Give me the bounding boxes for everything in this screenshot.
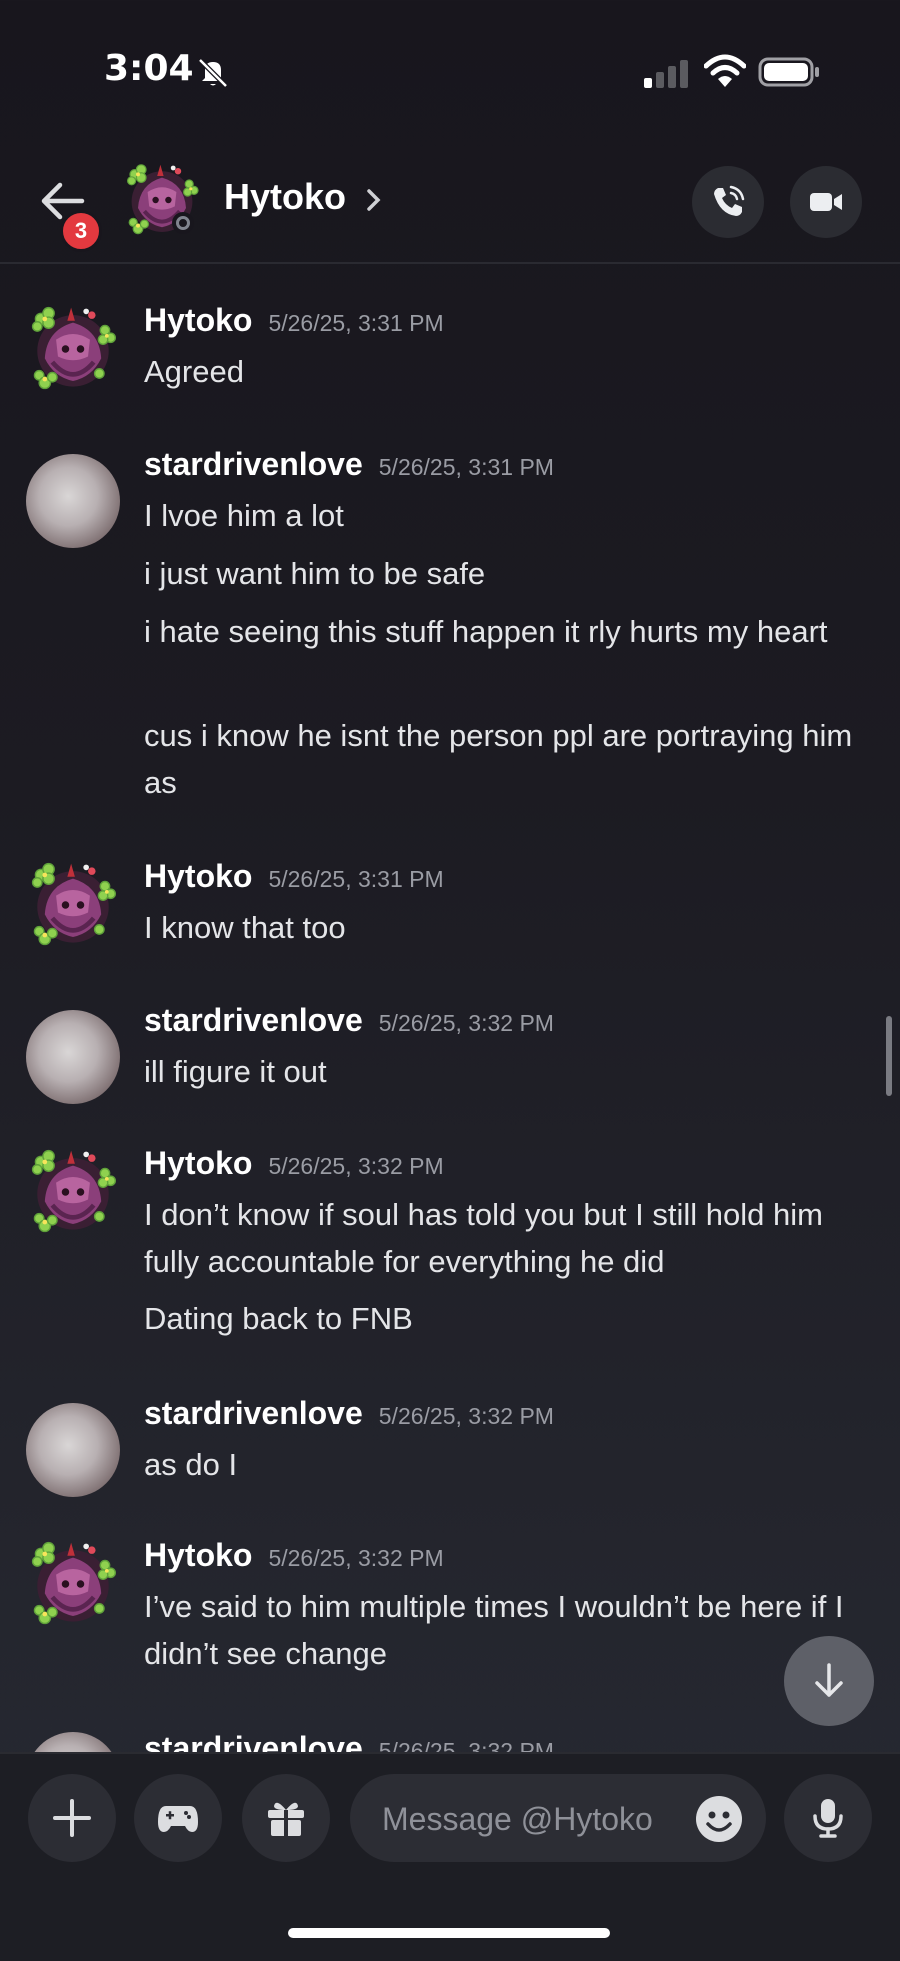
message-timestamp: 5/26/25, 3:31 PM bbox=[268, 866, 444, 892]
author-name[interactable]: stardrivenlove bbox=[144, 1002, 363, 1038]
message-text: I’ve said to him multiple times I wouldn… bbox=[144, 1589, 844, 1671]
activities-button[interactable] bbox=[134, 1774, 222, 1862]
author-name[interactable]: stardrivenlove bbox=[144, 446, 363, 482]
message-timestamp: 5/26/25, 3:32 PM bbox=[268, 1153, 444, 1179]
avatar[interactable] bbox=[26, 1403, 120, 1497]
unread-badge: 3 bbox=[60, 210, 102, 252]
battery-icon bbox=[758, 57, 819, 87]
bell-muted-icon bbox=[198, 58, 228, 88]
message-header: Hytoko 5/26/25, 3:32 PM bbox=[144, 1537, 444, 1574]
author-name[interactable]: Hytoko bbox=[144, 1145, 252, 1181]
message-header: Hytoko 5/26/25, 3:31 PM bbox=[144, 302, 444, 339]
add-attachment-button[interactable] bbox=[28, 1774, 116, 1862]
gift-button[interactable] bbox=[242, 1774, 330, 1862]
message-text: i just want him to be safe bbox=[144, 556, 486, 591]
message-header: Hytoko 5/26/25, 3:32 PM bbox=[144, 1145, 444, 1182]
message-timestamp: 5/26/25, 3:32 PM bbox=[268, 1545, 444, 1571]
avatar[interactable] bbox=[26, 1010, 120, 1104]
message-text: ill figure it out bbox=[144, 1054, 327, 1089]
status-time: 3:04 bbox=[104, 48, 194, 89]
avatar[interactable] bbox=[26, 454, 120, 548]
author-name[interactable]: Hytoko bbox=[144, 858, 252, 894]
message-text: I know that too bbox=[144, 910, 346, 945]
author-name[interactable]: Hytoko bbox=[144, 1537, 252, 1573]
cell-signal-icon bbox=[644, 60, 688, 88]
message-text: I lvoe him a lot bbox=[144, 498, 344, 533]
offline-status-icon bbox=[172, 212, 194, 234]
author-name[interactable]: stardrivenlove bbox=[144, 1730, 363, 1754]
emoji-icon[interactable] bbox=[694, 1794, 744, 1844]
message-header: stardrivenlove 5/26/25, 3:31 PM bbox=[144, 446, 554, 483]
message-header: stardrivenlove 5/26/25, 3:32 PM bbox=[144, 1395, 554, 1432]
wifi-icon bbox=[704, 54, 746, 87]
message-timestamp: 5/26/25, 3:31 PM bbox=[378, 454, 554, 480]
status-bar: 3:04 bbox=[0, 0, 900, 120]
message-text: Agreed bbox=[144, 354, 244, 389]
scrollbar[interactable] bbox=[886, 1016, 892, 1096]
message-input-container bbox=[350, 1774, 766, 1864]
arrow-down-icon bbox=[815, 1663, 843, 1697]
message-text: I don’t know if soul has told you but I … bbox=[144, 1197, 823, 1279]
plus-icon bbox=[53, 1799, 91, 1837]
home-indicator[interactable] bbox=[288, 1928, 610, 1938]
avatar[interactable] bbox=[26, 1732, 120, 1754]
message-input[interactable] bbox=[380, 1774, 684, 1864]
video-call-icon bbox=[810, 193, 842, 211]
author-name[interactable]: stardrivenlove bbox=[144, 1395, 363, 1431]
message-header: stardrivenlove 5/26/25, 3:32 PM bbox=[144, 1002, 554, 1039]
page-title[interactable]: Hytoko bbox=[224, 176, 346, 218]
gift-icon bbox=[268, 1802, 304, 1836]
chat-header: 3 Hytoko bbox=[0, 150, 900, 264]
voice-call-icon bbox=[714, 185, 745, 216]
message-text: cus i know he isnt the person ppl are po… bbox=[144, 718, 853, 800]
message-timestamp: 5/26/25, 3:32 PM bbox=[378, 1010, 554, 1036]
message-timestamp: 5/26/25, 3:32 PM bbox=[378, 1403, 554, 1429]
message-group: stardrivenlove 5/26/25, 3:32 PM bbox=[0, 1720, 900, 1754]
message-header: stardrivenlove 5/26/25, 3:32 PM bbox=[144, 1730, 554, 1754]
avatar[interactable] bbox=[26, 858, 120, 952]
message-text: Dating back to FNB bbox=[144, 1301, 413, 1336]
video-call-button[interactable] bbox=[790, 166, 862, 238]
voice-message-button[interactable] bbox=[784, 1774, 872, 1862]
avatar[interactable] bbox=[26, 1537, 120, 1631]
voice-call-button[interactable] bbox=[692, 166, 764, 238]
message-text: i hate seeing this stuff happen it rly h… bbox=[144, 614, 828, 649]
jump-to-present-button[interactable] bbox=[784, 1636, 874, 1726]
message-timestamp: 5/26/25, 3:31 PM bbox=[268, 310, 444, 336]
chevron-right-icon[interactable] bbox=[364, 186, 384, 214]
message-text: as do I bbox=[144, 1447, 238, 1482]
author-name[interactable]: Hytoko bbox=[144, 302, 252, 338]
avatar[interactable] bbox=[26, 302, 120, 396]
avatar[interactable] bbox=[26, 1145, 120, 1239]
message-header: Hytoko 5/26/25, 3:31 PM bbox=[144, 858, 444, 895]
gamepad-icon bbox=[158, 1806, 198, 1832]
microphone-icon bbox=[813, 1799, 843, 1838]
